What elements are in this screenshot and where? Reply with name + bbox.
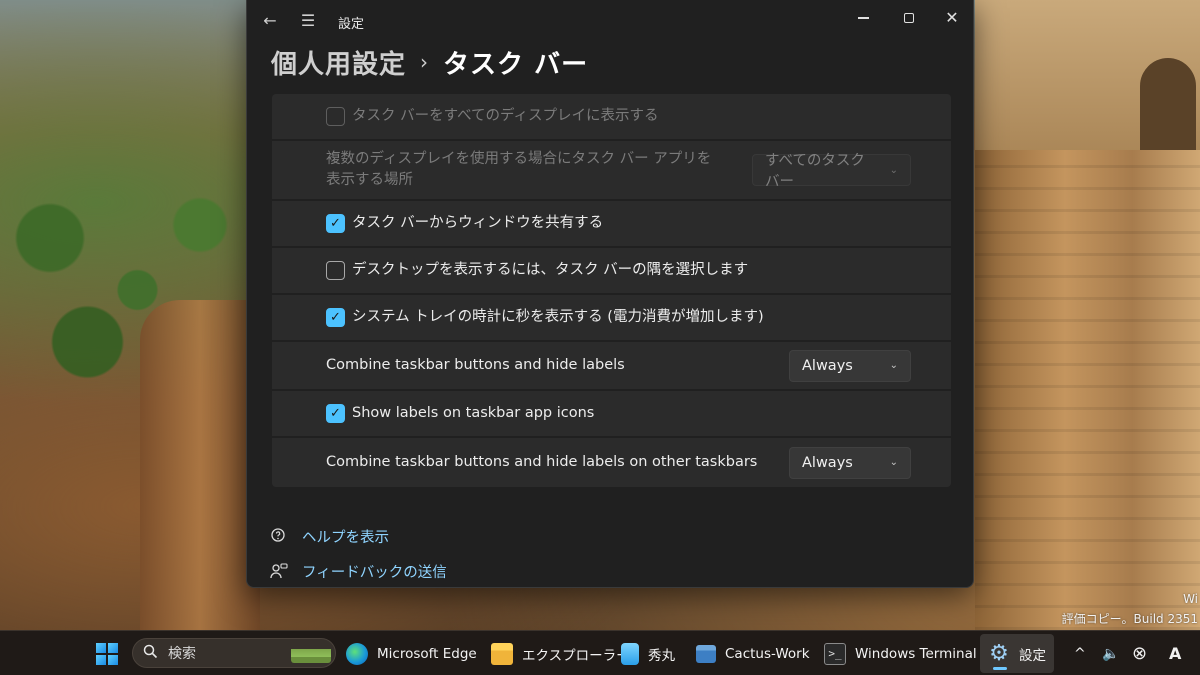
setting-row-combine-other-taskbars: Combine taskbar buttons and hide labels … [272, 438, 951, 487]
minimize-icon [857, 17, 869, 19]
file-explorer-icon [491, 642, 513, 665]
taskbar-app-label: 設定 [1019, 647, 1046, 664]
combine-other-taskbars-dropdown[interactable]: Always ⌄ [789, 446, 911, 479]
evaluation-watermark-line2: 評価コピー。Build 2351 [1061, 612, 1198, 626]
setting-row-show-desktop-corner: デスクトップを表示するには、タスク バーの隅を選択します [272, 248, 951, 295]
active-app-indicator [993, 667, 1007, 670]
setting-row-multi-display-apps: 複数のディスプレイを使用する場合にタスク バー アプリを表示する場所 すべてのタ… [272, 141, 951, 201]
checkmark-icon: ✓ [330, 310, 341, 325]
circle-x-icon: ⊗ [1132, 643, 1148, 664]
checkmark-icon: ✓ [330, 216, 341, 231]
setting-label: Combine taskbar buttons and hide labels [326, 357, 625, 373]
feedback-person-icon [269, 562, 289, 582]
speaker-icon: 🔈 [1102, 645, 1120, 662]
setting-label: システム トレイの時計に秒を表示する (電力消費が増加します) [352, 309, 764, 325]
breadcrumb-separator-icon: › [420, 50, 430, 74]
chevron-down-icon: ⌄ [889, 164, 898, 176]
clock-seconds-checkbox[interactable]: ✓ [326, 308, 345, 327]
do-not-disturb-icon[interactable]: ⊗ [1132, 631, 1147, 675]
get-help-link[interactable]: ヘルプを表示 [269, 526, 389, 547]
show-on-all-displays-checkbox[interactable] [326, 107, 345, 126]
setting-row-show-on-all-displays: タスク バーをすべてのディスプレイに表示する [272, 94, 951, 141]
evaluation-watermark-line1: Wi [1183, 592, 1198, 606]
taskbar-app-label: エクスプローラー [522, 647, 630, 664]
send-feedback-link[interactable]: フィードバックの送信 [269, 561, 447, 582]
minimize-button[interactable] [843, 4, 883, 32]
setting-label: タスク バーからウィンドウを共有する [352, 215, 604, 231]
settings-window: ← ☰ 設定 ✕ 個人用設定 › タスク バー タスク バーをすべてのディスプレ… [246, 0, 974, 588]
close-button[interactable]: ✕ [932, 4, 972, 32]
setting-label: タスク バーをすべてのディスプレイに表示する [352, 108, 659, 124]
multi-display-apps-dropdown[interactable]: すべてのタスク バー ⌄ [752, 153, 911, 190]
show-labels-checkbox[interactable]: ✓ [326, 404, 345, 423]
send-feedback-label: フィードバックの送信 [302, 565, 447, 581]
combine-buttons-dropdown[interactable]: Always ⌄ [789, 349, 911, 382]
setting-label: Combine taskbar buttons and hide labels … [326, 454, 758, 470]
edge-icon [346, 642, 368, 665]
maximize-button[interactable] [889, 4, 929, 32]
maximize-icon [904, 13, 914, 23]
wallpaper-bridge-arch [1140, 58, 1196, 158]
hamburger-menu-icon[interactable]: ☰ [297, 10, 319, 32]
setting-label: 複数のディスプレイを使用する場合にタスク バー アプリを表示する場所 [326, 151, 712, 188]
window-title: 設定 [338, 17, 365, 32]
taskbar-app-edge[interactable]: Microsoft Edge [346, 631, 477, 675]
hidemaru-icon [621, 642, 639, 665]
chevron-up-icon: ^ [1074, 645, 1086, 662]
page-title: タスク バー [443, 49, 589, 80]
terminal-icon: >_ [824, 642, 846, 665]
setting-row-clock-seconds: ✓ システム トレイの時計に秒を表示する (電力消費が増加します) [272, 295, 951, 342]
taskbar-app-label: 秀丸 [648, 647, 675, 664]
taskbar-app-label: Microsoft Edge [377, 645, 477, 662]
get-help-label: ヘルプを表示 [302, 530, 389, 546]
share-window-checkbox[interactable]: ✓ [326, 214, 345, 233]
taskbar-app-label: Cactus-Work [725, 645, 810, 662]
search-highlight-image [291, 643, 331, 663]
taskbar-app-hidemaru[interactable]: 秀丸 [621, 631, 675, 675]
chevron-down-icon: ⌄ [889, 360, 898, 371]
setting-row-show-labels: ✓ Show labels on taskbar app icons [272, 391, 951, 438]
setting-row-combine-buttons: Combine taskbar buttons and hide labels … [272, 342, 951, 391]
chevron-down-icon: ⌄ [889, 457, 898, 468]
checkmark-icon: ✓ [330, 406, 341, 421]
folder-icon [696, 644, 716, 663]
ime-indicator-icon[interactable]: A [1169, 631, 1181, 675]
taskbar-app-cactus-work[interactable]: Cactus-Work [696, 631, 810, 675]
help-chat-icon [269, 527, 289, 547]
tray-overflow-chevron-icon[interactable]: ^ [1074, 631, 1086, 675]
windows-start-icon [96, 642, 118, 665]
taskbar-app-terminal[interactable]: >_ Windows Terminal [824, 631, 977, 675]
setting-label: デスクトップを表示するには、タスク バーの隅を選択します [352, 262, 749, 278]
dropdown-value: Always [802, 454, 853, 471]
search-placeholder: 検索 [168, 646, 196, 662]
ime-letter-icon: A [1169, 644, 1182, 663]
breadcrumb: 個人用設定 › タスク バー [271, 44, 588, 80]
setting-label: Show labels on taskbar app icons [352, 405, 595, 421]
wallpaper-cliff [140, 300, 260, 630]
setting-row-share-window: ✓ タスク バーからウィンドウを共有する [272, 201, 951, 248]
taskbar-app-explorer[interactable]: エクスプローラー [491, 631, 630, 675]
start-button[interactable] [96, 631, 118, 675]
taskbar-behaviors-list: タスク バーをすべてのディスプレイに表示する 複数のディスプレイを使用する場合に… [272, 94, 951, 487]
dropdown-value: すべてのタスク バー [765, 153, 865, 190]
show-desktop-corner-checkbox[interactable] [326, 261, 345, 280]
settings-gear-icon: ⚙ [989, 640, 1009, 666]
breadcrumb-parent[interactable]: 個人用設定 [271, 44, 406, 81]
title-bar: ← ☰ 設定 ✕ [247, 0, 973, 44]
taskbar-app-label: Windows Terminal [855, 645, 977, 662]
search-icon [143, 644, 158, 663]
taskbar-search-box[interactable]: 検索 [132, 638, 336, 668]
back-arrow-icon[interactable]: ← [259, 10, 281, 32]
taskbar-app-settings[interactable]: ⚙ 設定 [980, 634, 1054, 673]
dropdown-value: Always [802, 357, 853, 374]
volume-icon[interactable]: 🔈 [1102, 631, 1119, 675]
wallpaper-rock [975, 150, 1200, 630]
